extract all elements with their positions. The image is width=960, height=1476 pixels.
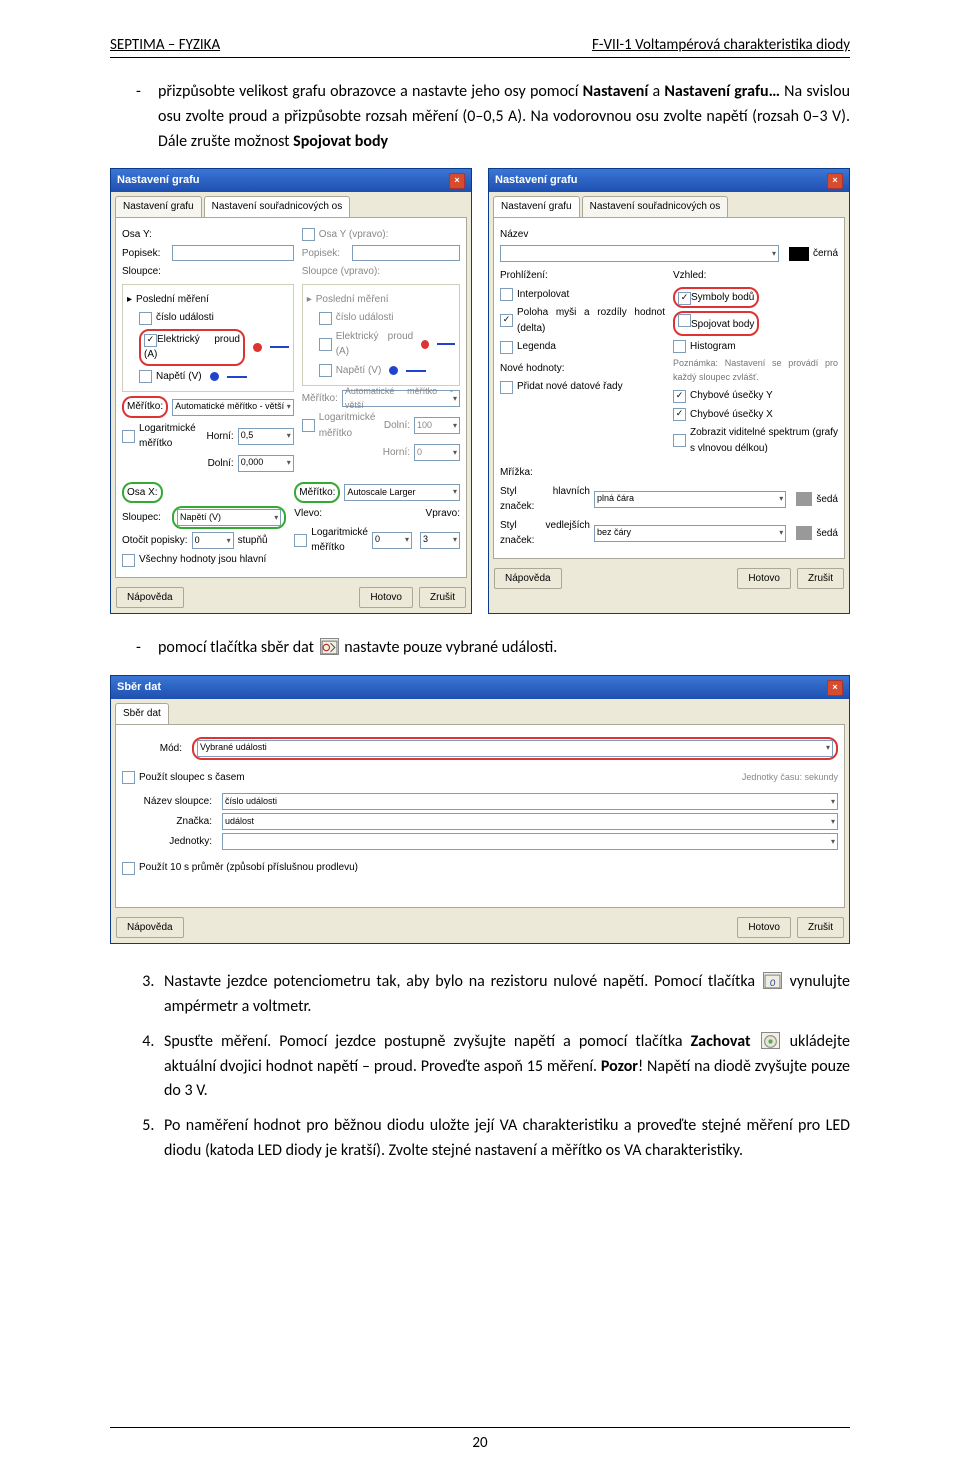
tab-axes[interactable]: Nastavení souřadnicových os — [204, 196, 351, 217]
scale-select[interactable]: Automatické měřítko - větší — [172, 399, 294, 416]
header-left: SEPTIMA – FYZIKA — [110, 36, 220, 54]
ok-button[interactable]: Hotovo — [359, 587, 413, 609]
titlebar: Nastavení grafu × — [111, 169, 471, 192]
dialog-graph-settings: Nastavení grafu× Nastavení grafu Nastave… — [488, 168, 850, 614]
tab-graph-2[interactable]: Nastavení grafu — [493, 196, 580, 217]
bullet-2: pomocí tlačítka sběr dat nastavte pouze … — [136, 636, 850, 661]
step-5: Po naměření hodnot pro běžnou diodu ulož… — [158, 1114, 850, 1164]
cancel-button[interactable]: Zrušit — [797, 568, 844, 590]
tab-axes-2[interactable]: Nastavení souřadnicových os — [582, 196, 729, 217]
ok-button[interactable]: Hotovo — [737, 568, 791, 590]
page-header: SEPTIMA – FYZIKA F-VII-1 Voltampérová ch… — [110, 36, 850, 54]
ok-button[interactable]: Hotovo — [737, 917, 791, 939]
document-body: přizpůsobte velikost grafu obrazovce a n… — [110, 80, 850, 1164]
footer-rule — [110, 1427, 850, 1428]
zero-icon: 0 — [763, 972, 782, 989]
mode-select[interactable]: Vybrané události — [197, 740, 833, 757]
header-rule — [110, 57, 850, 58]
help-button[interactable]: Nápověda — [494, 568, 562, 590]
close-icon[interactable]: × — [827, 173, 843, 189]
tab-graph[interactable]: Nastavení grafu — [115, 196, 202, 217]
svg-text:0: 0 — [770, 976, 776, 989]
page-number: 20 — [0, 1434, 960, 1452]
keep-icon — [761, 1032, 780, 1049]
dialog-graph-axes: Nastavení grafu × Nastavení grafu Nastav… — [110, 168, 472, 614]
screenshot-row: Nastavení grafu × Nastavení grafu Nastav… — [110, 168, 850, 614]
popisek-input[interactable] — [172, 245, 294, 261]
help-button[interactable]: Nápověda — [116, 587, 184, 609]
help-button[interactable]: Nápověda — [116, 917, 184, 939]
close-icon[interactable]: × — [827, 680, 843, 696]
data-collect-icon — [320, 638, 339, 655]
step-4: Spusťte měření. Pomocí jezdce postupně z… — [158, 1030, 850, 1104]
close-icon[interactable]: × — [449, 173, 465, 189]
dialog-sber-dat: Sběr dat× Sběr dat Mód:Vybrané události … — [110, 675, 850, 944]
tab-sber[interactable]: Sběr dat — [115, 703, 169, 724]
bullet-1: přizpůsobte velikost grafu obrazovce a n… — [136, 80, 850, 154]
cancel-button[interactable]: Zrušit — [797, 917, 844, 939]
header-right: F-VII-1 Voltampérová charakteristika dio… — [592, 36, 850, 54]
cancel-button[interactable]: Zrušit — [419, 587, 466, 609]
step-3: Nastavte jezdce potenciometru tak, aby b… — [158, 970, 850, 1020]
